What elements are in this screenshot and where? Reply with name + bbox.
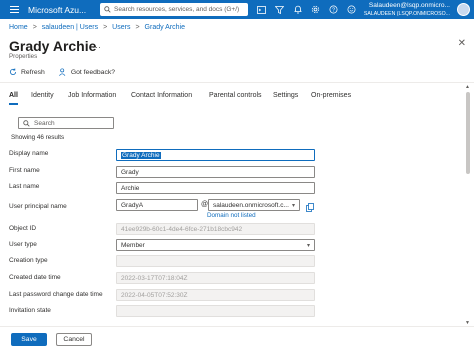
upn-username-value: GradyA: [121, 201, 144, 209]
divider: [0, 82, 474, 83]
display-name-value: Grady Archie: [121, 151, 161, 159]
portal-brand[interactable]: Microsoft Azu...: [28, 5, 98, 15]
user-type-dropdown[interactable]: Member ▾: [116, 239, 315, 251]
invitation-state-field: [116, 305, 315, 317]
scroll-up-icon[interactable]: ▲: [465, 84, 470, 90]
domain-not-listed-link[interactable]: Domain not listed: [207, 212, 256, 219]
refresh-label: Refresh: [21, 68, 45, 76]
avatar[interactable]: [457, 3, 470, 16]
command-bar: Refresh Got feedback?: [9, 68, 115, 76]
first-name-label: First name: [9, 167, 40, 174]
created-date-field: 2022-03-17T07:18:04Z: [116, 272, 315, 284]
feedback-icon[interactable]: [345, 3, 358, 16]
breadcrumb-home[interactable]: Home: [9, 24, 28, 31]
directory-filter-icon[interactable]: [273, 3, 286, 16]
creation-type-label: Creation type: [9, 257, 48, 264]
chevron-right-icon: >: [32, 24, 37, 31]
last-password-change-field: 2022-04-05T07:52:30Z: [116, 289, 315, 301]
tab-contact-information[interactable]: Contact Information: [131, 92, 209, 99]
breadcrumb: Home > salaudeen | Users > Users > Grady…: [9, 24, 185, 31]
created-date-label: Created date time: [9, 274, 61, 281]
save-button[interactable]: Save: [11, 333, 47, 346]
tab-job-information[interactable]: Job Information: [68, 92, 131, 99]
last-password-change-label: Last password change date time: [9, 291, 103, 298]
chevron-down-icon: ▾: [306, 243, 310, 249]
breadcrumb-users[interactable]: Users: [112, 24, 130, 31]
feedback-button[interactable]: Got feedback?: [58, 68, 116, 76]
upn-username-field[interactable]: GradyA: [116, 199, 198, 211]
feedback-person-icon: [58, 68, 66, 76]
invitation-state-label: Invitation state: [9, 307, 51, 314]
svg-text:?: ?: [332, 8, 335, 14]
more-options-icon[interactable]: ···: [92, 42, 101, 52]
active-tab-indicator: [9, 103, 18, 105]
upn-domain-value: salaudeen.onmicrosoft.c...: [213, 201, 289, 209]
object-id-value: 41ee929b-60c1-4de4-6fce-271b18cbc942: [121, 225, 243, 233]
results-count: Showing 46 results: [11, 134, 65, 141]
notifications-icon[interactable]: [291, 3, 304, 16]
menu-icon[interactable]: [6, 0, 22, 19]
breadcrumb-tenant-users[interactable]: salaudeen | Users: [42, 24, 98, 31]
last-name-value: Archie: [121, 184, 140, 192]
first-name-field[interactable]: Grady: [116, 166, 315, 178]
last-password-change-value: 2022-04-05T07:52:30Z: [121, 291, 188, 299]
refresh-button[interactable]: Refresh: [9, 68, 45, 76]
display-name-label: Display name: [9, 150, 49, 157]
account-info[interactable]: Salaudeen@lsqp.onmicro... SALAUDEEN (LSQ…: [364, 2, 450, 18]
display-name-field[interactable]: Grady Archie: [116, 149, 315, 161]
page-subtitle: Properties: [9, 53, 38, 60]
refresh-icon: [10, 68, 17, 75]
close-icon[interactable]: ✕: [458, 38, 466, 49]
cancel-button[interactable]: Cancel: [56, 333, 92, 346]
account-tenant: SALAUDEEN (LSQP.ONMICROSO...: [363, 11, 450, 17]
first-name-value: Grady: [121, 168, 139, 176]
tab-settings[interactable]: Settings: [273, 92, 311, 99]
creation-type-field: [116, 255, 315, 267]
global-search-placeholder: Search resources, services, and docs (G+…: [114, 6, 240, 13]
help-icon[interactable]: ?: [327, 3, 340, 16]
settings-gear-icon[interactable]: [309, 3, 322, 16]
tab-identity[interactable]: Identity: [31, 92, 68, 99]
cloud-shell-icon[interactable]: [255, 3, 268, 16]
account-name: Salaudeen@lsqp.onmicro...: [368, 2, 450, 9]
property-search-input[interactable]: Search: [18, 117, 114, 129]
upn-label: User principal name: [9, 203, 67, 210]
feedback-label: Got feedback?: [70, 68, 116, 76]
tab-on-premises[interactable]: On-premises: [311, 92, 361, 99]
tab-parental-controls[interactable]: Parental controls: [209, 92, 273, 99]
upn-domain-dropdown[interactable]: salaudeen.onmicrosoft.c... ▾: [208, 199, 300, 211]
property-tabs: All Identity Job Information Contact Inf…: [9, 92, 361, 99]
chevron-right-icon: >: [135, 24, 140, 31]
global-search-input[interactable]: Search resources, services, and docs (G+…: [100, 3, 248, 16]
user-type-value: Member: [121, 241, 145, 249]
page-title: Grady Archie: [9, 38, 97, 54]
tab-all[interactable]: All: [9, 92, 31, 99]
scrollbar-thumb[interactable]: [466, 92, 470, 174]
object-id-field: 41ee929b-60c1-4de4-6fce-271b18cbc942: [116, 223, 315, 235]
chevron-down-icon: ▾: [291, 203, 295, 209]
chevron-right-icon: >: [103, 24, 108, 31]
scrollbar[interactable]: ▲ ▼: [465, 84, 471, 326]
last-name-label: Last name: [9, 183, 40, 190]
last-name-field[interactable]: Archie: [116, 182, 315, 194]
user-type-label: User type: [9, 241, 37, 248]
top-bar: Microsoft Azu... Search resources, servi…: [0, 0, 474, 19]
search-icon: [104, 6, 111, 13]
search-icon: [23, 119, 30, 127]
created-date-value: 2022-03-17T07:18:04Z: [121, 274, 188, 282]
property-search-placeholder: Search: [34, 119, 55, 127]
copy-icon[interactable]: [306, 199, 314, 217]
object-id-label: Object ID: [9, 225, 37, 232]
breadcrumb-current[interactable]: Grady Archie: [145, 24, 185, 31]
